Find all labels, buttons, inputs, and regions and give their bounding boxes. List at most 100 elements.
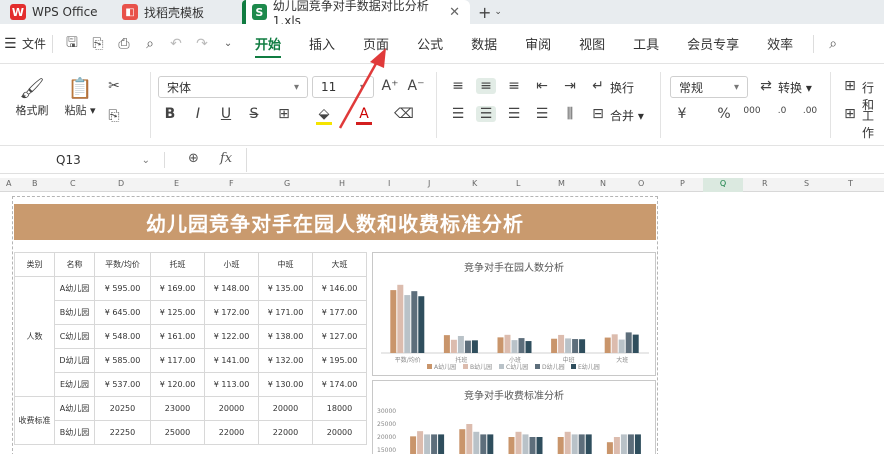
align-right-icon[interactable]: ☰: [504, 106, 524, 122]
merge-icon[interactable]: ⊟: [588, 106, 608, 122]
table-cell[interactable]: C幼儿园: [54, 324, 95, 349]
column-header-cell[interactable]: M: [558, 179, 565, 188]
align-bottom-icon[interactable]: ≡: [504, 78, 524, 94]
table-cell[interactable]: ¥ 125.00: [150, 300, 205, 325]
table-cell[interactable]: 20250: [94, 396, 151, 421]
tab-wps-office[interactable]: W WPS Office: [0, 0, 112, 24]
print-preview-icon[interactable]: ⌕: [137, 36, 163, 52]
chevron-down-icon[interactable]: ⌄: [215, 38, 241, 49]
table-cell[interactable]: 20000: [204, 396, 259, 421]
align-left-icon[interactable]: ☰: [448, 106, 468, 122]
table-cell[interactable]: D幼儿园: [54, 348, 95, 373]
paste-button[interactable]: 📋 粘贴 ▾: [58, 74, 102, 118]
table-cell[interactable]: ¥ 169.00: [150, 276, 205, 301]
table-cell[interactable]: ¥ 135.00: [258, 276, 313, 301]
table-header-cell[interactable]: 大班: [312, 252, 367, 277]
table-cell[interactable]: 22250: [94, 420, 151, 445]
table-cell[interactable]: ¥ 161.00: [150, 324, 205, 349]
tab-tools[interactable]: 工具: [619, 24, 673, 64]
percent-icon[interactable]: %: [714, 106, 734, 122]
align-top-icon[interactable]: ≡: [448, 78, 468, 94]
table-cell[interactable]: 22000: [204, 420, 259, 445]
chart-fees[interactable]: 竞争对手收费标准分析 3000025000200001500010000: [372, 380, 656, 454]
table-cell[interactable]: ¥ 172.00: [204, 300, 259, 325]
table-cell[interactable]: ¥ 146.00: [312, 276, 367, 301]
redo-icon[interactable]: ↷: [189, 36, 215, 52]
table-header-cell[interactable]: 小班: [204, 252, 259, 277]
worksheet-icon[interactable]: ⊞: [840, 106, 860, 122]
file-menu[interactable]: 文件: [22, 35, 46, 52]
decrease-decimal-icon[interactable]: .00: [800, 106, 820, 116]
tab-home[interactable]: 开始: [241, 24, 295, 64]
underline-icon[interactable]: U: [216, 106, 236, 122]
convert-button[interactable]: 转换 ▾: [778, 79, 812, 96]
table-cell[interactable]: B幼儿园: [54, 420, 95, 445]
column-header-cell[interactable]: P: [680, 179, 685, 188]
new-tab-button[interactable]: + ⌄: [470, 0, 510, 24]
cut-icon[interactable]: ✂: [104, 78, 124, 94]
tab-docer-templates[interactable]: ◧ 找稻壳模板: [112, 0, 242, 24]
copy-icon[interactable]: ⎘: [104, 108, 124, 124]
table-cell[interactable]: ¥ 548.00: [94, 324, 151, 349]
align-middle-icon[interactable]: ≡: [476, 78, 496, 94]
justify-icon[interactable]: ☰: [532, 106, 552, 122]
table-cell[interactable]: A幼儿园: [54, 396, 95, 421]
borders-icon[interactable]: ⊞: [274, 106, 294, 122]
table-cell[interactable]: ¥ 130.00: [258, 372, 313, 397]
rows-cols-icon[interactable]: ⊞: [840, 78, 860, 94]
bold-icon[interactable]: B: [160, 106, 180, 122]
table-cell[interactable]: ¥ 595.00: [94, 276, 151, 301]
format-painter-button[interactable]: 🖌 格式刷: [10, 74, 54, 118]
align-center-icon[interactable]: ☰: [476, 106, 496, 122]
table-cell[interactable]: 20000: [258, 396, 313, 421]
column-header-cell[interactable]: E: [174, 179, 179, 188]
tab-data[interactable]: 数据: [457, 24, 511, 64]
table-cell[interactable]: 18000: [312, 396, 367, 421]
table-cell[interactable]: ¥ 132.00: [258, 348, 313, 373]
table-header-cell[interactable]: 名称: [54, 252, 95, 277]
column-header-cell-selected[interactable]: Q: [703, 178, 743, 192]
column-header-cell[interactable]: T: [848, 179, 853, 188]
hamburger-menu-icon[interactable]: ☰: [4, 36, 18, 52]
table-cell[interactable]: 22000: [258, 420, 313, 445]
strikethrough-icon[interactable]: S̶: [244, 106, 264, 122]
increase-indent-icon[interactable]: ⇥: [560, 78, 580, 94]
column-header-cell[interactable]: G: [284, 179, 290, 188]
wrap-text-button[interactable]: 换行: [610, 79, 634, 96]
table-cell[interactable]: E幼儿园: [54, 372, 95, 397]
eraser-icon[interactable]: ⌫: [394, 106, 414, 122]
export-icon[interactable]: ⎘: [85, 36, 111, 52]
decrease-indent-icon[interactable]: ⇤: [532, 78, 552, 94]
thousands-icon[interactable]: 000: [742, 106, 762, 116]
table-cell[interactable]: ¥ 117.00: [150, 348, 205, 373]
wrap-text-icon[interactable]: ↵: [588, 78, 608, 94]
table-cell[interactable]: ¥ 195.00: [312, 348, 367, 373]
tab-review[interactable]: 审阅: [511, 24, 565, 64]
table-cell[interactable]: 20000: [312, 420, 367, 445]
table-cell[interactable]: ¥ 127.00: [312, 324, 367, 349]
column-header-cell[interactable]: O: [638, 179, 644, 188]
column-header-cell[interactable]: H: [339, 179, 345, 188]
group-label-cell[interactable]: 人数: [14, 276, 55, 397]
column-header-cell[interactable]: S: [804, 179, 809, 188]
tab-efficiency[interactable]: 效率: [753, 24, 807, 64]
convert-icon[interactable]: ⇄: [756, 78, 776, 94]
distribute-icon[interactable]: ⫼: [560, 106, 580, 122]
italic-icon[interactable]: I: [188, 106, 208, 122]
column-header-cell[interactable]: D: [118, 179, 124, 188]
column-header-cell[interactable]: I: [388, 179, 390, 188]
table-cell[interactable]: ¥ 138.00: [258, 324, 313, 349]
table-cell[interactable]: ¥ 122.00: [204, 324, 259, 349]
table-header-cell[interactable]: 中班: [258, 252, 313, 277]
table-cell[interactable]: B幼儿园: [54, 300, 95, 325]
increase-font-icon[interactable]: A⁺: [380, 78, 400, 94]
worksheet-button[interactable]: 工作: [862, 107, 884, 141]
group-label-cell[interactable]: 收费标准: [14, 396, 55, 445]
table-cell[interactable]: ¥ 141.00: [204, 348, 259, 373]
table-cell[interactable]: ¥ 585.00: [94, 348, 151, 373]
column-header-cell[interactable]: F: [229, 179, 234, 188]
table-cell[interactable]: A幼儿园: [54, 276, 95, 301]
column-header-cell[interactable]: A: [6, 179, 11, 188]
table-cell[interactable]: ¥ 171.00: [258, 300, 313, 325]
column-header-cell[interactable]: C: [70, 179, 76, 188]
